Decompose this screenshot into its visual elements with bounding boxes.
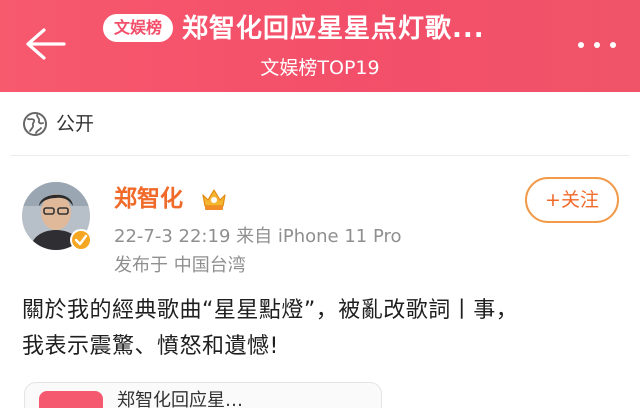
verified-badge-icon	[70, 229, 92, 251]
post-text-line: 我表示震驚、憤怒和遺憾!	[22, 334, 279, 359]
related-topic-card[interactable]: 郑智化回应星…	[24, 382, 382, 408]
author-name[interactable]: 郑智化	[114, 182, 183, 216]
follow-button[interactable]: +关注	[525, 177, 619, 223]
ranking-subtitle[interactable]: 文娱榜TOP19	[190, 54, 450, 82]
category-badge[interactable]: 文娱榜	[103, 14, 174, 42]
more-button[interactable]	[572, 30, 622, 60]
post-meta: 22-7-3 22:19 来自 iPhone 11 Pro	[114, 226, 402, 247]
related-topic-text: 郑智化回应星…	[117, 390, 243, 408]
back-button[interactable]	[22, 24, 68, 64]
back-arrow-icon	[26, 28, 66, 60]
post-location: 发布于 中国台湾	[114, 255, 246, 276]
page-title: 郑智化回应星星点灯歌...	[182, 14, 485, 44]
post-text-line: 關於我的經典歌曲“星星點燈”，被亂改歌詞丨事，	[22, 298, 519, 323]
globe-icon	[23, 112, 47, 136]
post-text: 關於我的經典歌曲“星星點燈”，被亂改歌詞丨事， 我表示震驚、憤怒和遺憾!	[22, 293, 622, 365]
divider	[10, 155, 630, 156]
crown-level-icon	[202, 189, 226, 210]
header-bar: 文娱榜 郑智化回应星星点灯歌... 文娱榜TOP19	[0, 0, 640, 92]
post-card: 公开 郑智化 22-7-3 22:19 来自 iPhone 11 Pro 发布于…	[10, 95, 630, 408]
topic-thumbnail	[39, 391, 103, 408]
visibility-label: 公开	[56, 113, 95, 135]
